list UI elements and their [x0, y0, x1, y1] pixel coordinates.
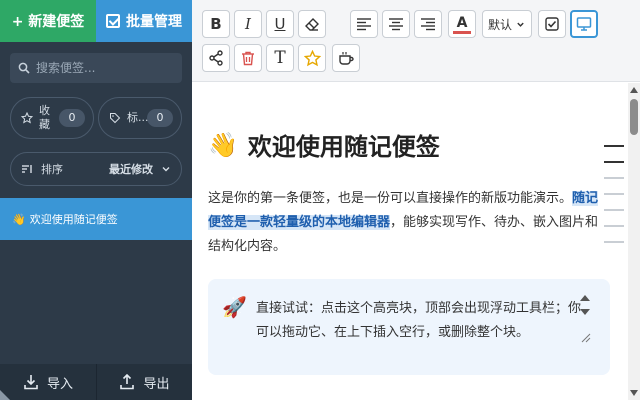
export-icon [120, 374, 135, 390]
share-icon [209, 50, 223, 66]
star-outline-icon [21, 112, 33, 124]
bold-button[interactable]: B [202, 10, 230, 38]
new-note-button[interactable]: + 新建便签 [0, 0, 96, 42]
sort-dropdown[interactable]: 排序 最近修改 [10, 152, 182, 186]
font-size-select[interactable]: 默认 [482, 10, 532, 38]
outline-line [604, 161, 624, 163]
scrollbar-thumb[interactable] [630, 99, 638, 135]
new-note-label: + 新建便签 [11, 14, 85, 30]
outline-line [604, 145, 624, 147]
import-label: 导入 [46, 376, 73, 392]
sort-label: 排序 [41, 163, 63, 176]
font-color-icon: A [456, 14, 468, 31]
coffee-cup-icon [339, 52, 354, 65]
outline-line [604, 225, 624, 227]
outline-indicator[interactable] [604, 145, 626, 257]
display-mode-button[interactable] [570, 10, 598, 38]
star-icon [303, 49, 321, 66]
export-label: 导出 [143, 376, 170, 392]
scroll-down-icon [580, 309, 590, 315]
underline-label: U [274, 15, 286, 33]
align-right-icon [421, 18, 435, 31]
sidebar-footer: 导入 导出 [0, 364, 192, 400]
checkbox-icon [545, 17, 559, 31]
editor-toolbar: B I U A 默认 T [192, 0, 640, 82]
delete-button[interactable] [234, 44, 262, 72]
align-center-icon [389, 18, 403, 31]
note-heading: 👋 欢迎使用随记便签 [208, 127, 440, 162]
coffee-button[interactable] [332, 44, 360, 72]
align-left-icon [357, 18, 371, 31]
favorite-button[interactable] [298, 44, 326, 72]
favorites-filter[interactable]: 收藏 0 [10, 97, 94, 139]
callout-text: 直接试试：点击这个高亮块，顶部会出现浮动工具栏；你可以拖动它、在上下插入空行，或… [256, 301, 582, 340]
batch-manage-button[interactable]: 批量管理 [96, 0, 192, 42]
heading-text: 欢迎使用随记便签 [247, 133, 440, 161]
eraser-button[interactable] [298, 10, 326, 38]
para-text-1: 这是你的第一条便签，也是一份可以直接操作的新版功能演示。 [208, 191, 573, 206]
align-center-button[interactable] [382, 10, 410, 38]
search-icon [18, 62, 30, 74]
outline-line [604, 209, 624, 211]
sort-value: 最近修改 [109, 163, 153, 176]
italic-label: I [245, 15, 251, 33]
monitor-icon [576, 17, 592, 31]
text-icon: T [274, 48, 286, 68]
export-button[interactable]: 导出 [96, 364, 192, 400]
checklist-button[interactable] [538, 10, 566, 38]
underline-button[interactable]: U [266, 10, 294, 38]
outline-line [604, 241, 624, 243]
note-emoji: 👋 [12, 212, 26, 226]
import-icon [24, 375, 38, 390]
tag-icon [110, 113, 121, 124]
align-right-button[interactable] [414, 10, 442, 38]
scroll-down-arrow[interactable] [630, 390, 638, 396]
callout-block[interactable]: 🚀 直接试试：点击这个高亮块，顶部会出现浮动工具栏；你可以拖动它、在上下插入空行… [208, 279, 610, 375]
scroll-up-arrow[interactable] [630, 87, 638, 93]
font-color-button[interactable]: A [448, 10, 476, 38]
favorites-count: 0 [59, 109, 85, 127]
editor-content[interactable]: 👋 欢迎使用随记便签 这是你的第一条便签，也是一份可以直接操作的新版功能演示。随… [192, 83, 640, 400]
tags-count: 0 [147, 109, 173, 127]
outline-line [604, 193, 624, 195]
sort-icon [22, 165, 32, 173]
batch-manage-label: 批量管理 [126, 14, 182, 30]
share-button[interactable] [202, 44, 230, 72]
font-color-bar [453, 30, 471, 34]
intro-paragraph: 这是你的第一条便签，也是一份可以直接操作的新版功能演示。随记便签是一款轻量级的本… [208, 187, 606, 259]
tags-label: 标... [127, 111, 149, 124]
bold-label: B [210, 15, 222, 33]
outline-line [604, 177, 624, 179]
search-box [10, 53, 182, 83]
favorites-label: 收藏 [39, 104, 50, 131]
eraser-icon [305, 18, 319, 31]
heading-emoji: 👋 [208, 130, 238, 159]
resize-corner [0, 390, 10, 400]
sidebar: + 新建便签 批量管理 收藏 0 标... 0 排序 最近修改 👋 [0, 0, 192, 400]
rocket-icon: 🚀 [222, 295, 247, 319]
checkbox-icon [106, 14, 120, 28]
resize-handle-icon [581, 333, 591, 343]
note-list-item[interactable]: 👋 欢迎使用随记便签 [0, 198, 192, 240]
chevron-down-icon [162, 167, 170, 172]
align-left-button[interactable] [350, 10, 378, 38]
font-size-value: 默认 [488, 17, 513, 32]
import-button[interactable]: 导入 [0, 364, 96, 400]
search-input[interactable] [36, 61, 176, 75]
italic-button[interactable]: I [234, 10, 262, 38]
callout-scrollbar[interactable] [578, 293, 592, 349]
chevron-down-icon [517, 22, 524, 27]
app: + 新建便签 批量管理 收藏 0 标... 0 排序 最近修改 👋 [0, 0, 640, 400]
tags-filter[interactable]: 标... 0 [98, 97, 182, 139]
trash-icon [242, 51, 254, 66]
editor-scrollbar[interactable] [628, 83, 640, 400]
text-format-button[interactable]: T [266, 44, 294, 72]
note-title: 欢迎使用随记便签 [29, 213, 118, 226]
scroll-up-icon [580, 295, 590, 301]
